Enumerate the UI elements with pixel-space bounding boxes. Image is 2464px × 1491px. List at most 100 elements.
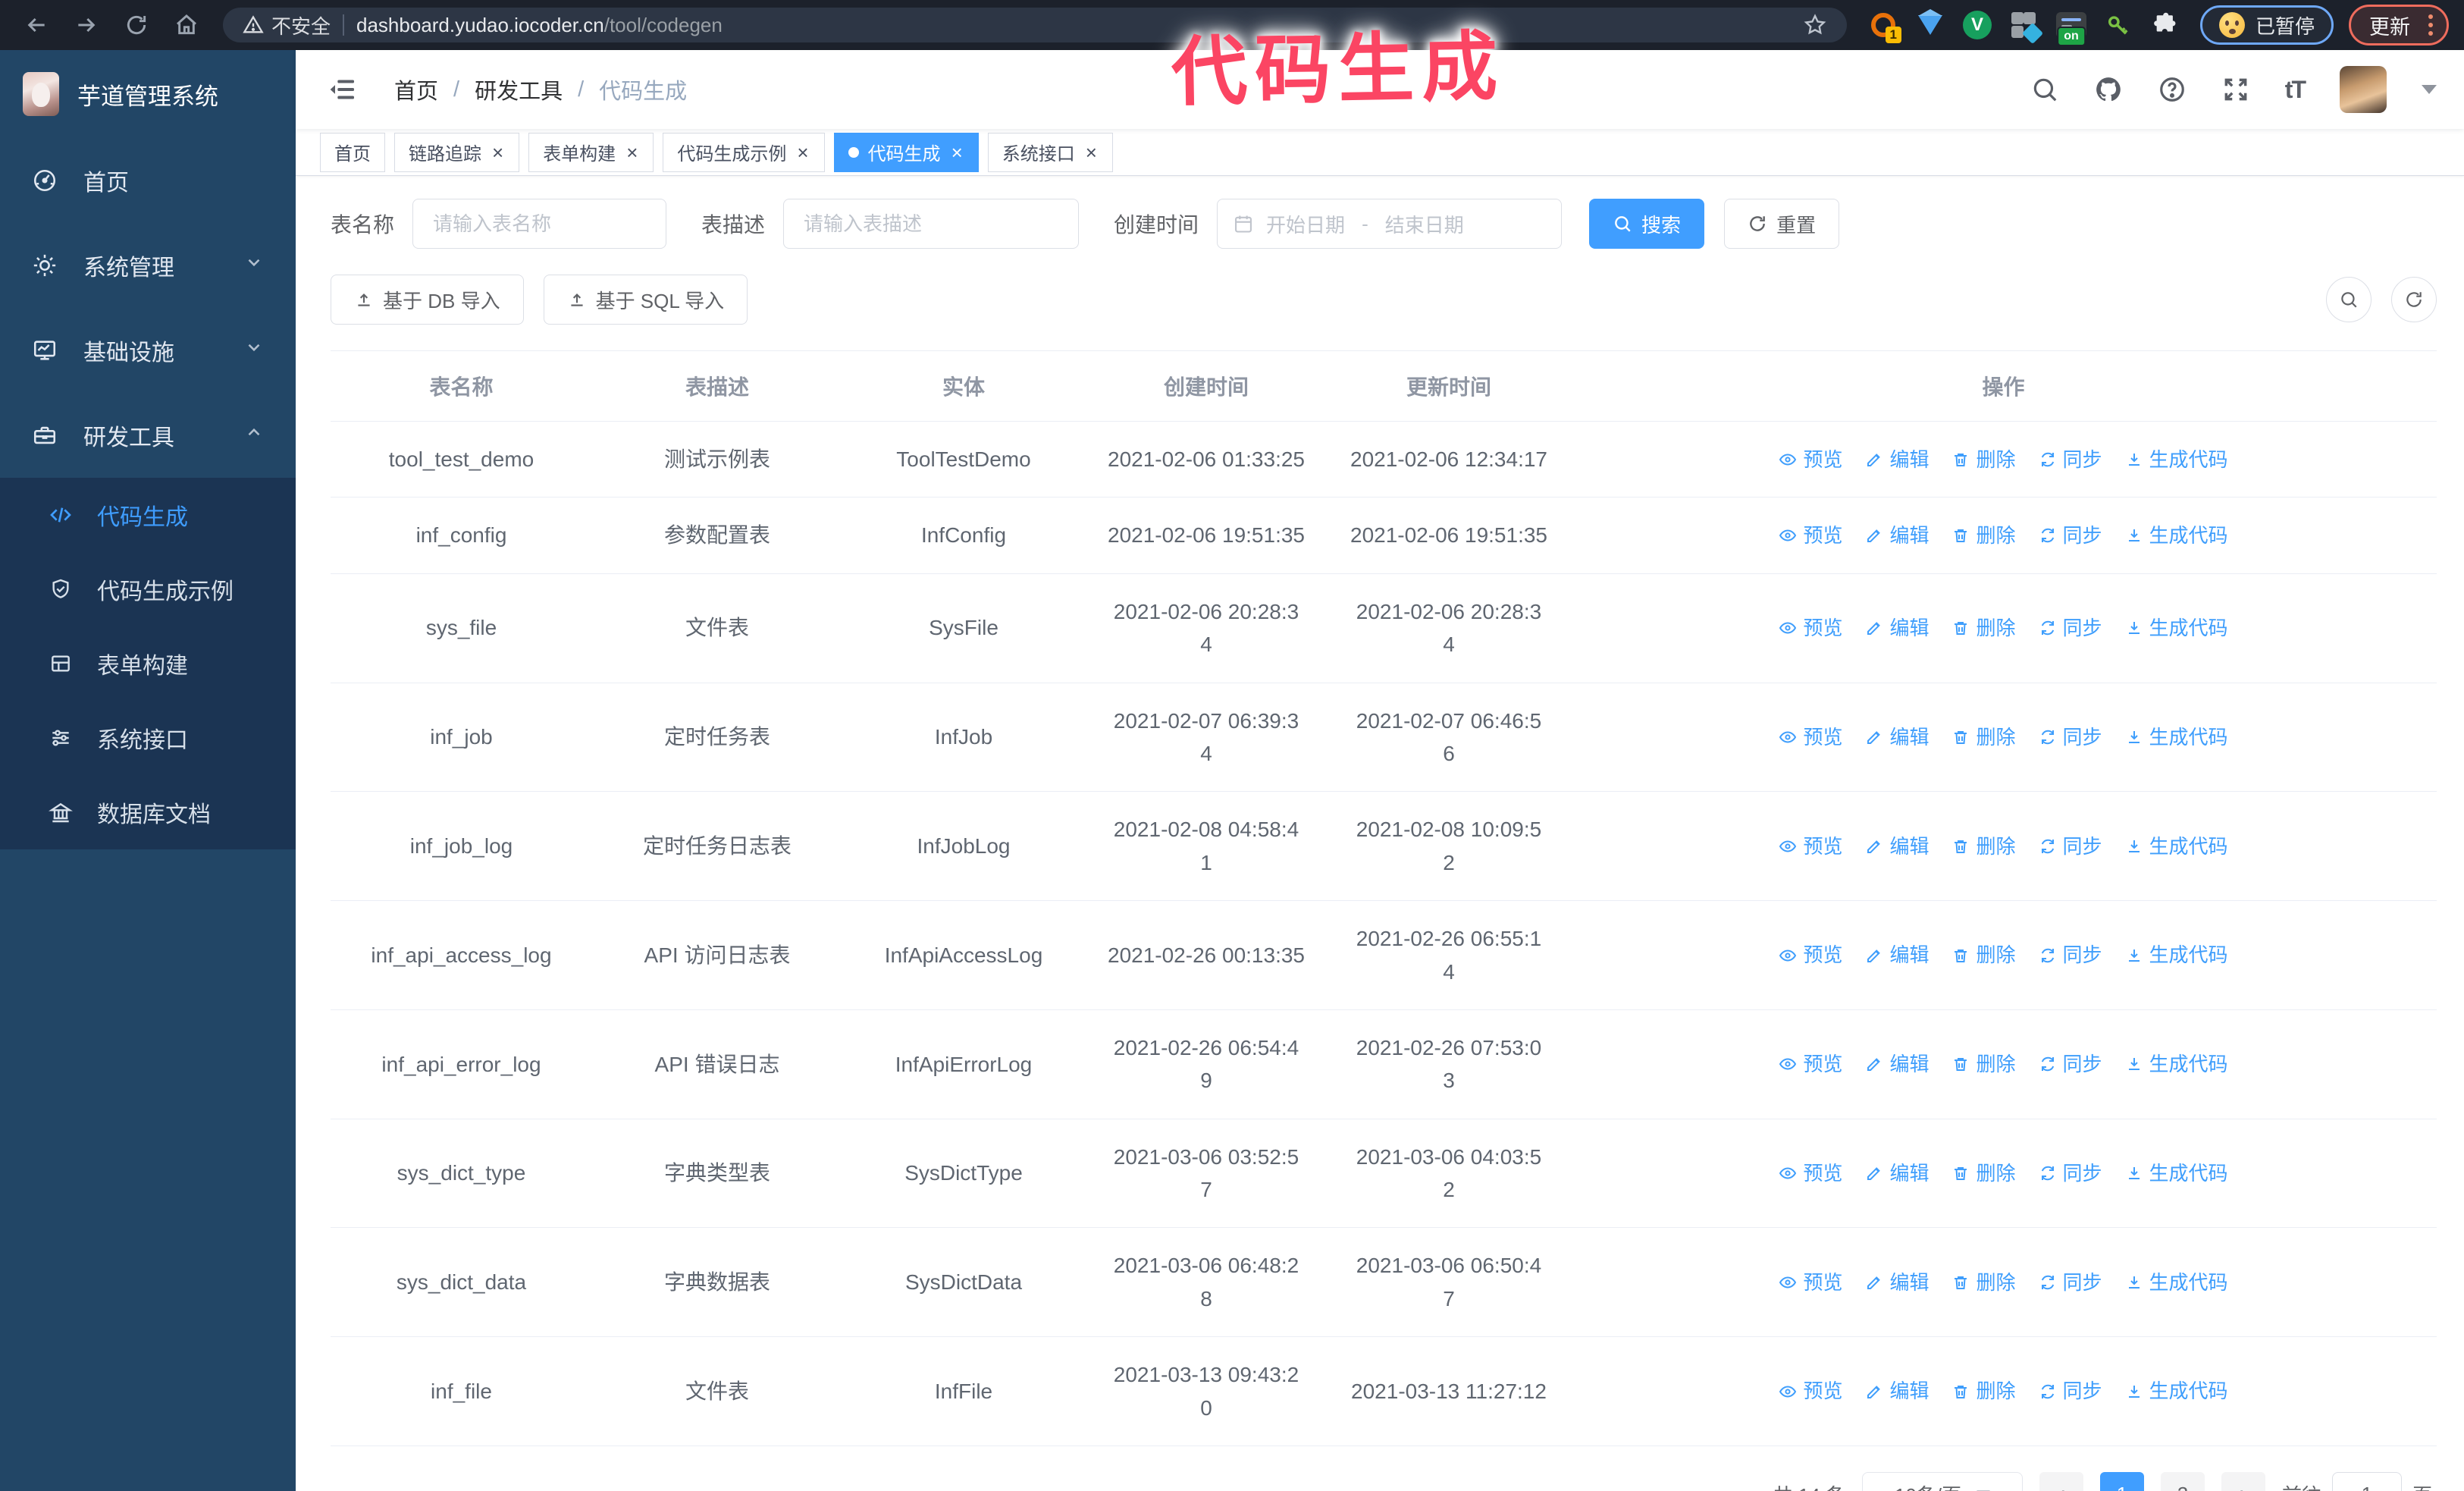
sync-link[interactable]: 同步	[2039, 613, 2102, 643]
browser-back-icon[interactable]	[15, 7, 58, 43]
breadcrumb-home[interactable]: 首页	[394, 74, 438, 105]
delete-link[interactable]: 删除	[1951, 1267, 2016, 1298]
delete-link[interactable]: 删除	[1951, 1158, 2016, 1188]
delete-link[interactable]: 删除	[1951, 722, 2016, 752]
table-row[interactable]: tool_test_demo 测试示例表 ToolTestDemo 2021-0…	[331, 421, 2437, 498]
table-row[interactable]: inf_file 文件表 InfFile 2021-03-13 09:43:2 …	[331, 1336, 2437, 1447]
preview-link[interactable]: 预览	[1779, 613, 1842, 643]
edit-link[interactable]: 编辑	[1865, 1376, 1929, 1406]
squares-extension-icon[interactable]	[2009, 10, 2044, 45]
preview-link[interactable]: 预览	[1779, 1376, 1842, 1406]
page-button-1[interactable]: 1	[2099, 1472, 2144, 1491]
prev-page-button[interactable]: ‹	[2039, 1472, 2083, 1491]
table-desc-input[interactable]	[783, 199, 1080, 249]
reset-button[interactable]: 重置	[1724, 199, 1840, 249]
table-row[interactable]: sys_dict_type 字典类型表 SysDictType 2021-03-…	[331, 1119, 2437, 1229]
sync-link[interactable]: 同步	[2039, 444, 2102, 475]
tab-form-builder[interactable]: 表单构建 ×	[528, 132, 654, 172]
browser-menu-icon[interactable]	[2422, 14, 2439, 36]
generate-code-link[interactable]: 生成代码	[2125, 1376, 2228, 1406]
table-row[interactable]: inf_api_access_log API 访问日志表 InfApiAcces…	[331, 900, 2437, 1010]
table-row[interactable]: inf_job_log 定时任务日志表 InfJobLog 2021-02-08…	[331, 791, 2437, 902]
generate-code-link[interactable]: 生成代码	[2125, 722, 2228, 752]
table-row[interactable]: sys_dict_data 字典数据表 SysDictData 2021-03-…	[331, 1227, 2437, 1338]
profile-paused-pill[interactable]: 已暂停	[2199, 5, 2334, 45]
page-button-2[interactable]: 2	[2160, 1472, 2205, 1491]
bookmark-star-icon[interactable]	[1803, 13, 1827, 37]
preview-link[interactable]: 预览	[1779, 444, 1842, 475]
github-icon[interactable]	[2094, 75, 2123, 104]
generate-code-link[interactable]: 生成代码	[2125, 613, 2228, 643]
adblock-extension-icon[interactable]: 1	[1868, 10, 1901, 43]
close-icon[interactable]: ×	[1084, 143, 1099, 162]
hamburger-icon[interactable]	[323, 74, 362, 105]
sync-link[interactable]: 同步	[2039, 520, 2102, 551]
sync-link[interactable]: 同步	[2039, 1376, 2102, 1406]
sync-link[interactable]: 同步	[2039, 1158, 2102, 1188]
edit-link[interactable]: 编辑	[1865, 831, 1929, 862]
edit-link[interactable]: 编辑	[1865, 613, 1929, 643]
generate-code-link[interactable]: 生成代码	[2125, 1267, 2228, 1298]
v-extension-icon[interactable]: V	[1962, 10, 1992, 40]
fullscreen-icon[interactable]	[2221, 75, 2250, 104]
tab-system-api[interactable]: 系统接口 ×	[987, 132, 1113, 172]
generate-code-link[interactable]: 生成代码	[2125, 940, 2228, 970]
page-size-select[interactable]: 10条/页	[1861, 1472, 2023, 1491]
edit-link[interactable]: 编辑	[1865, 520, 1929, 551]
gem-extension-icon[interactable]	[1915, 9, 1945, 40]
create-time-range-picker[interactable]: 开始日期 - 结束日期	[1217, 199, 1563, 249]
submenu-item-codegen-demo[interactable]: 代码生成示例	[0, 552, 296, 626]
close-icon[interactable]: ×	[625, 143, 639, 162]
generate-code-link[interactable]: 生成代码	[2125, 1049, 2228, 1079]
delete-link[interactable]: 删除	[1951, 613, 2016, 643]
generate-code-link[interactable]: 生成代码	[2125, 444, 2228, 475]
preview-link[interactable]: 预览	[1779, 831, 1842, 862]
table-row[interactable]: sys_file 文件表 SysFile 2021-02-06 20:28:3 …	[331, 573, 2437, 683]
submenu-item-db-doc[interactable]: 数据库文档	[0, 775, 296, 849]
extensions-puzzle-icon[interactable]	[2150, 10, 2180, 40]
edit-link[interactable]: 编辑	[1865, 444, 1929, 475]
edit-link[interactable]: 编辑	[1865, 1267, 1929, 1298]
security-warning[interactable]: 不安全	[243, 11, 331, 39]
key-extension-icon[interactable]	[2103, 10, 2133, 40]
close-icon[interactable]: ×	[795, 143, 810, 162]
goto-page-input[interactable]	[2331, 1472, 2402, 1491]
sync-link[interactable]: 同步	[2039, 1049, 2102, 1079]
browser-update-button[interactable]: 更新	[2349, 5, 2449, 46]
preview-link[interactable]: 预览	[1779, 1049, 1842, 1079]
help-icon[interactable]	[2158, 75, 2187, 104]
close-icon[interactable]: ×	[491, 143, 505, 162]
generate-code-link[interactable]: 生成代码	[2125, 1158, 2228, 1188]
sidebar-item-infra[interactable]: 基础设施	[0, 308, 296, 393]
table-row[interactable]: inf_config 参数配置表 InfConfig 2021-02-06 19…	[331, 497, 2437, 574]
search-button[interactable]: 搜索	[1589, 199, 1705, 249]
delete-link[interactable]: 删除	[1951, 940, 2016, 970]
submenu-item-system-api[interactable]: 系统接口	[0, 701, 296, 775]
address-bar[interactable]: 不安全 dashboard.yudao.iocoder.cn/tool/code…	[223, 8, 1847, 42]
delete-link[interactable]: 删除	[1951, 520, 2016, 551]
sync-link[interactable]: 同步	[2039, 1267, 2102, 1298]
tab-codegen-demo[interactable]: 代码生成示例 ×	[663, 132, 825, 172]
delete-link[interactable]: 删除	[1951, 444, 2016, 475]
table-row[interactable]: inf_job 定时任务表 InfJob 2021-02-07 06:39:3 …	[331, 683, 2437, 793]
edit-link[interactable]: 编辑	[1865, 940, 1929, 970]
tab-tracing[interactable]: 链路追踪 ×	[394, 132, 520, 172]
edit-link[interactable]: 编辑	[1865, 722, 1929, 752]
next-page-button[interactable]: ›	[2221, 1472, 2265, 1491]
toggle-search-button[interactable]	[2326, 277, 2372, 322]
submenu-item-codegen[interactable]: 代码生成	[0, 478, 296, 552]
font-size-icon[interactable]: tT	[2285, 76, 2306, 104]
sidebar-item-devtools[interactable]: 研发工具	[0, 393, 296, 478]
edit-link[interactable]: 编辑	[1865, 1049, 1929, 1079]
generate-code-link[interactable]: 生成代码	[2125, 520, 2228, 551]
tab-codegen[interactable]: 代码生成 ×	[833, 132, 979, 172]
browser-forward-icon[interactable]	[65, 7, 108, 43]
delete-link[interactable]: 删除	[1951, 1049, 2016, 1079]
close-icon[interactable]: ×	[950, 143, 964, 162]
tab-home[interactable]: 首页	[320, 132, 385, 172]
preview-link[interactable]: 预览	[1779, 722, 1842, 752]
preview-link[interactable]: 预览	[1779, 520, 1842, 551]
table-row[interactable]: inf_api_error_log API 错误日志 InfApiErrorLo…	[331, 1009, 2437, 1119]
sidebar-item-system[interactable]: 系统管理	[0, 223, 296, 308]
import-sql-button[interactable]: 基于 SQL 导入	[543, 275, 748, 325]
